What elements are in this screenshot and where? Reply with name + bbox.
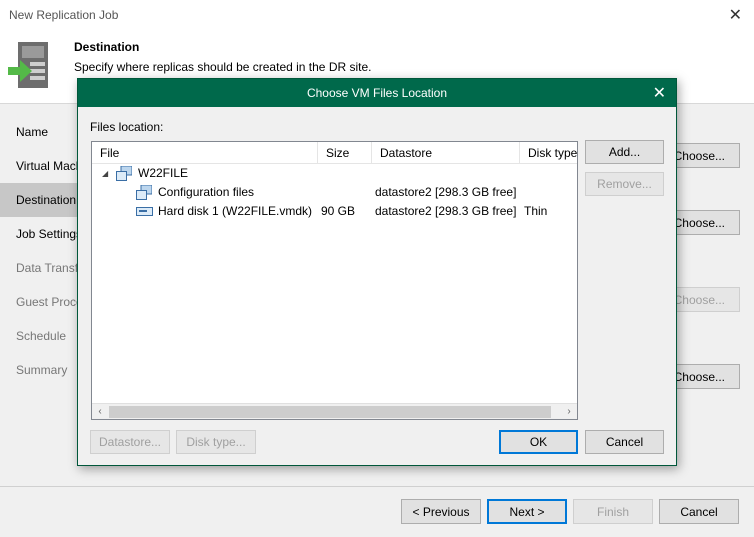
row-size: 90 GB: [321, 204, 356, 218]
next-button[interactable]: Next >: [487, 499, 567, 524]
table-row-hard-disk[interactable]: Hard disk 1 (W22FILE.vmdk) 90 GB datasto…: [92, 202, 577, 221]
row-datastore: datastore2 [298.3 GB free]: [375, 204, 517, 218]
table-row-config[interactable]: Configuration files datastore2 [298.3 GB…: [92, 183, 577, 202]
tree-collapse-icon[interactable]: ◢: [102, 164, 108, 183]
choose-vm-files-location-dialog: Choose VM Files Location ✕ Files locatio…: [77, 78, 677, 466]
grid-header: File Size Datastore Disk type: [92, 142, 577, 164]
step-job-settings[interactable]: Job Settings: [0, 217, 82, 251]
step-summary: Summary: [16, 363, 68, 377]
dialog-close-icon[interactable]: ✕: [653, 83, 666, 103]
step-data-transfer: Data Transfer: [16, 261, 82, 275]
wizard-steps: Name Virtual Machines Destination Job Se…: [0, 115, 82, 387]
files-grid[interactable]: File Size Datastore Disk type ◢ W22FILE: [91, 141, 578, 420]
replication-destination-icon: [6, 40, 52, 90]
dialog-title: Choose VM Files Location: [306, 86, 448, 100]
step-virtual-machines[interactable]: Virtual Machines: [0, 149, 82, 183]
step-schedule: Schedule: [16, 329, 67, 343]
column-header-datastore[interactable]: Datastore: [372, 142, 520, 164]
wizard-titlebar: New Replication Job ✕: [0, 0, 754, 32]
page-subtitle: Specify where replicas should be created…: [74, 60, 372, 74]
row-file: W22FILE: [138, 166, 189, 180]
row-disk-type: [524, 183, 577, 202]
table-row-vm[interactable]: ◢ W22FILE: [92, 164, 577, 183]
hard-disk-icon: [136, 205, 154, 224]
disk-type-button: Disk type...: [176, 430, 256, 454]
datastore-button: Datastore...: [90, 430, 170, 454]
step-name[interactable]: Name: [0, 115, 82, 149]
page-title: Destination: [74, 40, 140, 54]
wizard-window-title: New Replication Job: [9, 8, 119, 22]
remove-button: Remove...: [585, 172, 664, 196]
footer-divider: [0, 486, 754, 487]
row-datastore: datastore2 [298.3 GB free]: [375, 185, 517, 199]
dialog-titlebar: Choose VM Files Location ✕: [78, 79, 676, 107]
step-guest-processing: Guest Processing: [16, 295, 82, 309]
wizard-close-icon[interactable]: ✕: [729, 5, 742, 25]
ok-button[interactable]: OK: [499, 430, 578, 454]
horizontal-scrollbar[interactable]: ‹ ›: [92, 403, 577, 419]
add-button[interactable]: Add...: [585, 140, 664, 164]
row-disk-type: Thin: [524, 204, 548, 218]
dialog-cancel-button[interactable]: Cancel: [585, 430, 664, 454]
files-location-label: Files location:: [90, 120, 164, 134]
previous-button[interactable]: < Previous: [401, 499, 481, 524]
step-destination[interactable]: Destination: [0, 183, 82, 217]
column-header-file[interactable]: File: [92, 142, 318, 164]
finish-button: Finish: [573, 499, 653, 524]
scrollbar-thumb[interactable]: [109, 406, 551, 418]
scroll-left-icon[interactable]: ‹: [92, 404, 108, 420]
row-file: Hard disk 1 (W22FILE.vmdk): [158, 204, 313, 218]
column-header-disk-type[interactable]: Disk type: [520, 142, 577, 164]
row-size: [318, 183, 372, 202]
row-file: Configuration files: [158, 185, 255, 199]
scroll-right-icon[interactable]: ›: [561, 404, 577, 420]
wizard-cancel-button[interactable]: Cancel: [659, 499, 739, 524]
column-header-size[interactable]: Size: [318, 142, 372, 164]
